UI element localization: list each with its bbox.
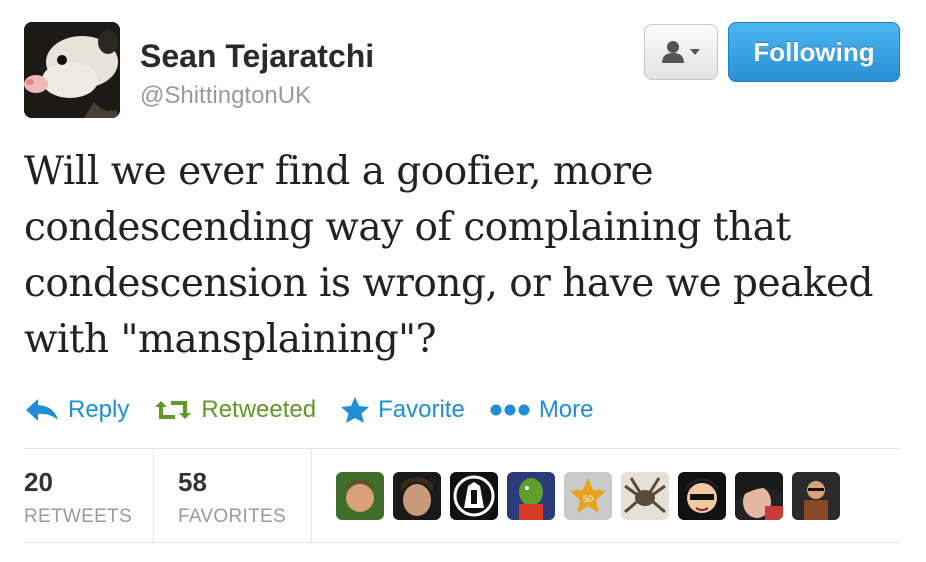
retweet-count-label: RETWEETS <box>24 506 132 527</box>
favorite-count-label: FAVORITES <box>178 506 286 527</box>
user-avatar-3 <box>450 472 498 520</box>
favoriter-avatars: 50 <box>336 472 849 520</box>
favoriter-avatar[interactable] <box>678 472 726 520</box>
user-avatar-5: 50 <box>564 472 612 520</box>
tweet-line: condescension is wrong, or have we peake… <box>24 261 874 306</box>
user-avatar-9 <box>792 472 840 520</box>
favoriter-avatar[interactable] <box>735 472 783 520</box>
tweet-line: with "mansplaining"? <box>24 317 437 362</box>
tweet-text: Will we ever find a goofier, more condes… <box>24 144 904 368</box>
favorites-stat[interactable]: 58 FAVORITES <box>178 468 286 528</box>
author-avatar[interactable] <box>24 22 120 118</box>
user-avatar-2 <box>393 472 441 520</box>
reply-label: Reply <box>68 396 130 423</box>
stat-divider <box>153 450 154 542</box>
more-label: More <box>538 396 594 423</box>
person-dropdown-icon <box>662 41 700 63</box>
following-button[interactable]: Following <box>728 22 900 82</box>
favoriter-avatar[interactable] <box>621 472 669 520</box>
favoriter-avatar[interactable]: 50 <box>564 472 612 520</box>
user-actions-button[interactable] <box>644 24 718 80</box>
reply-action[interactable]: Reply <box>24 396 129 424</box>
user-avatar-7 <box>678 472 726 520</box>
ellipsis-icon <box>490 404 530 416</box>
stat-divider <box>311 450 312 542</box>
author-name[interactable]: Sean Tejaratchi <box>140 38 374 74</box>
tweet-line: condescending way of complaining that <box>24 205 791 250</box>
tweet-line: Will we ever find a goofier, more <box>24 149 654 194</box>
favoriter-avatar[interactable] <box>507 472 555 520</box>
author-handle[interactable]: @ShittingtonUK <box>140 82 311 110</box>
user-avatar-4 <box>507 472 555 520</box>
user-avatar-1 <box>336 472 384 520</box>
possum-avatar-icon <box>24 22 120 118</box>
divider <box>24 448 900 449</box>
favoriter-avatar[interactable] <box>450 472 498 520</box>
reply-arrow-icon <box>26 399 58 421</box>
retweet-label: Retweeted <box>201 396 317 423</box>
retweet-count: 20 <box>24 467 53 497</box>
more-action[interactable]: More <box>489 396 594 424</box>
user-avatar-8 <box>735 472 783 520</box>
favorite-label: Favorite <box>378 396 465 423</box>
retweet-icon <box>155 401 192 419</box>
favorite-action[interactable]: Favorite <box>340 396 465 424</box>
retweets-stat[interactable]: 20 RETWEETS <box>24 468 132 528</box>
tweet-actions: Reply Retweeted Favorite More <box>24 390 618 430</box>
user-avatar-6 <box>621 472 669 520</box>
favoriter-avatar[interactable] <box>792 472 840 520</box>
favoriter-avatar[interactable] <box>393 472 441 520</box>
favorite-count: 58 <box>178 467 207 497</box>
badge-text: 50 <box>583 494 593 504</box>
favoriter-avatar[interactable] <box>336 472 384 520</box>
retweet-action[interactable]: Retweeted <box>153 396 316 424</box>
star-icon <box>341 397 370 423</box>
divider <box>24 542 900 543</box>
